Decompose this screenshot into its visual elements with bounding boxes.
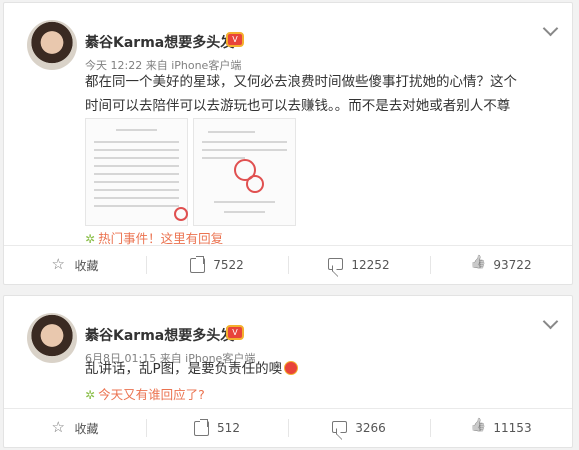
share-icon bbox=[194, 418, 210, 436]
thumbs-up-icon bbox=[470, 258, 485, 273]
flower-icon: ✲ bbox=[85, 232, 96, 246]
weibo-post-card: 綦谷Karma想要多头发 V 6月8日 01:15 来自 iPhone客户端 乱… bbox=[3, 295, 573, 448]
username[interactable]: 綦谷Karma想要多头发 bbox=[85, 325, 234, 345]
emoji-icon bbox=[284, 361, 299, 375]
action-bar: 收藏 512 3266 11153 bbox=[4, 408, 572, 447]
chevron-down-icon[interactable] bbox=[542, 313, 559, 330]
action-bar: 收藏 7522 12252 93722 bbox=[4, 245, 572, 284]
comment-icon bbox=[328, 258, 344, 270]
flower-icon: ✲ bbox=[85, 388, 96, 402]
repost-button[interactable]: 7522 bbox=[146, 246, 288, 284]
comment-icon bbox=[332, 421, 348, 433]
weibo-post-card: 綦谷Karma想要多头发 V 今天 12:22 来自 iPhone客户端 都在同… bbox=[3, 2, 573, 285]
repost-button[interactable]: 512 bbox=[146, 409, 288, 447]
favorite-button[interactable]: 收藏 bbox=[4, 409, 146, 447]
star-icon bbox=[51, 255, 66, 273]
post-text: 乱讲话，乱P图，是要负责任的噢 bbox=[85, 357, 525, 381]
vip-badge-icon: V bbox=[226, 32, 244, 47]
username[interactable]: 綦谷Karma想要多头发 bbox=[85, 32, 234, 52]
attached-image[interactable] bbox=[193, 118, 296, 226]
favorite-button[interactable]: 收藏 bbox=[4, 246, 146, 284]
vip-badge-icon: V bbox=[226, 325, 244, 340]
share-icon bbox=[190, 255, 206, 273]
star-icon bbox=[51, 418, 66, 436]
comment-button[interactable]: 3266 bbox=[288, 409, 430, 447]
comment-button[interactable]: 12252 bbox=[288, 246, 430, 284]
attached-image[interactable] bbox=[85, 118, 188, 226]
chevron-down-icon[interactable] bbox=[542, 20, 559, 37]
thumbs-up-icon bbox=[470, 421, 485, 436]
avatar[interactable] bbox=[27, 313, 77, 363]
like-button[interactable]: 11153 bbox=[430, 409, 572, 447]
avatar[interactable] bbox=[27, 20, 77, 70]
hot-topic-link[interactable]: ✲ 今天又有谁回应了? bbox=[85, 384, 205, 403]
like-button[interactable]: 93722 bbox=[430, 246, 572, 284]
